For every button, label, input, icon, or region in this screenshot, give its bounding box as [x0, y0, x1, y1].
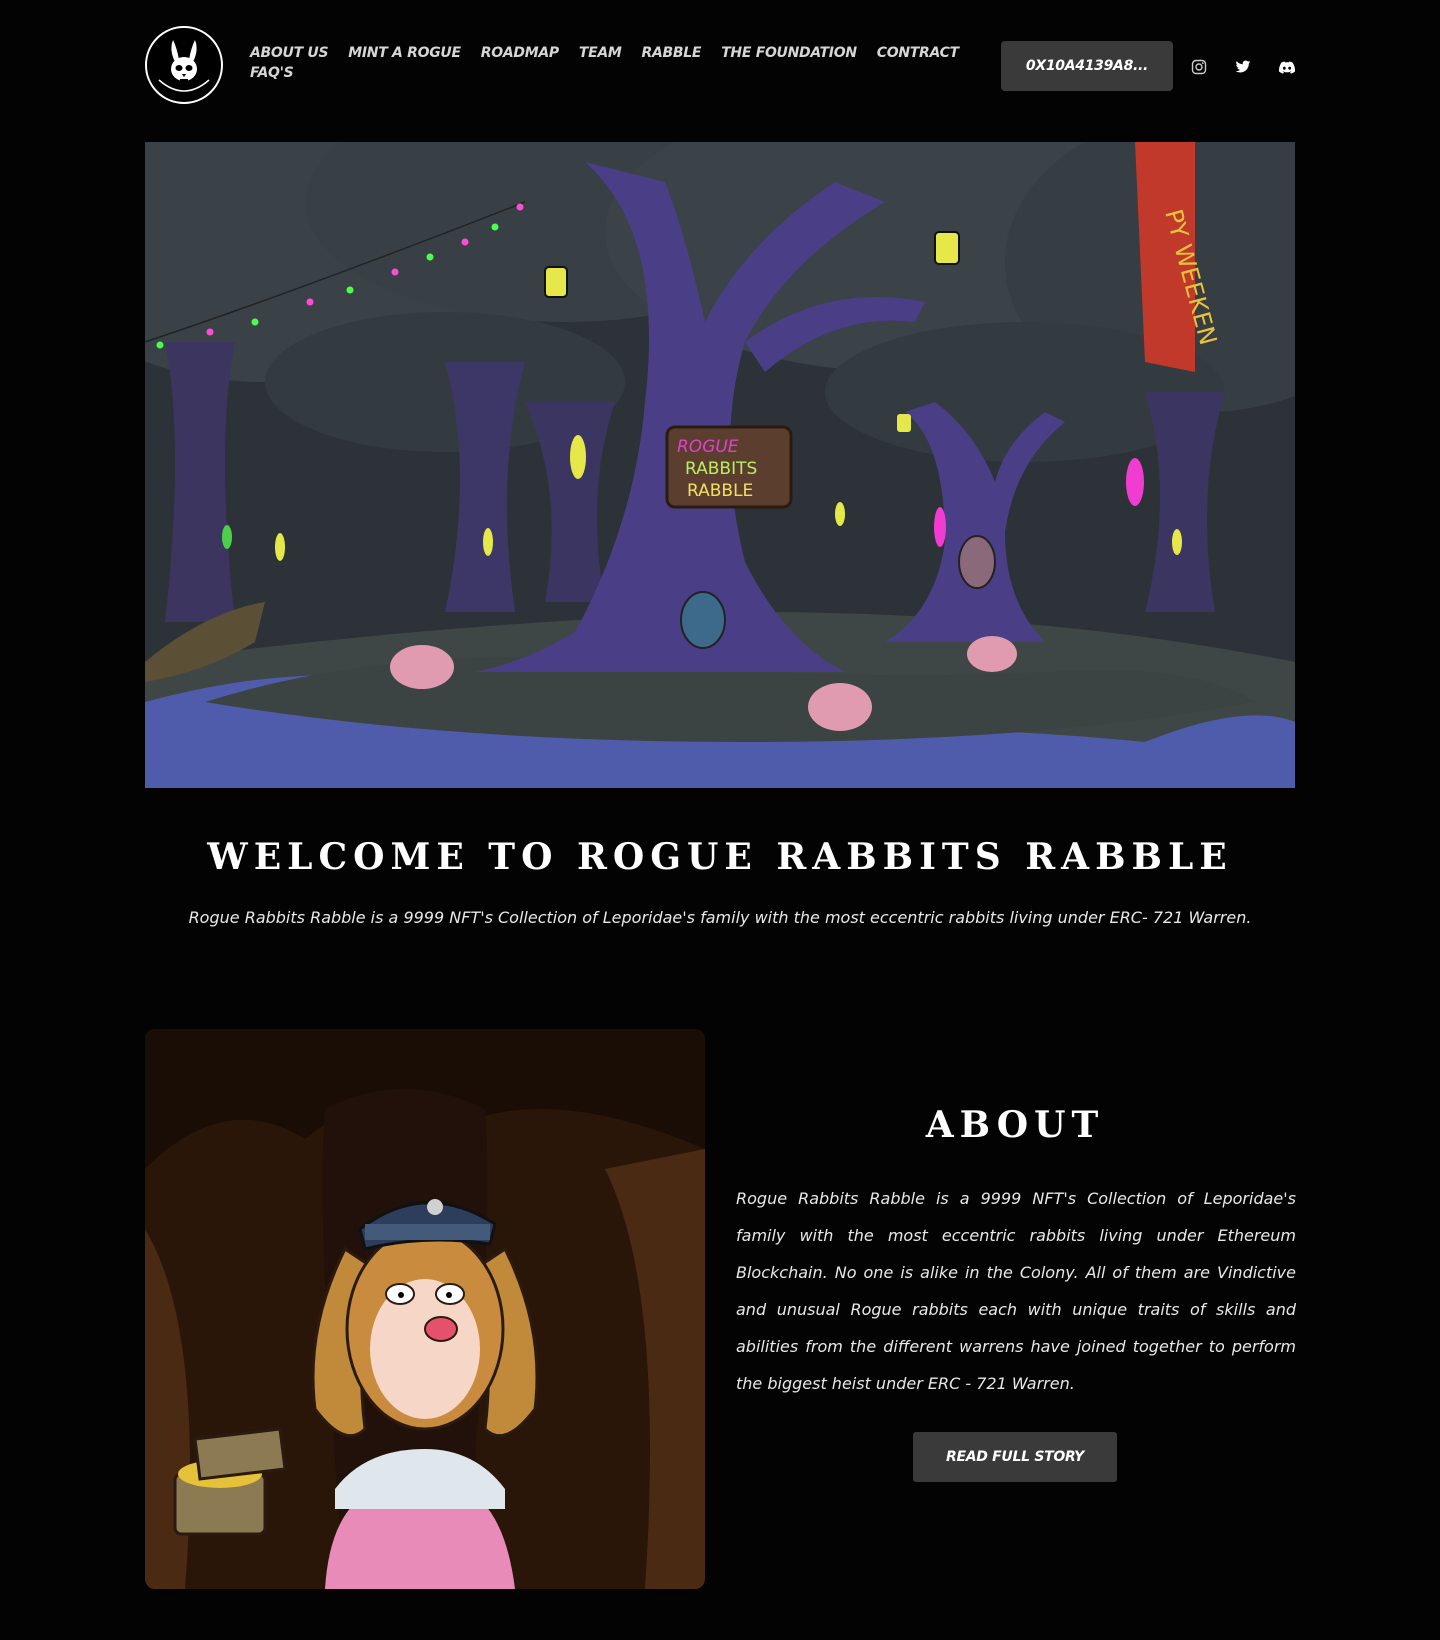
nav-contract[interactable]: CONTRACT — [877, 45, 959, 61]
instagram-icon[interactable] — [1190, 58, 1208, 76]
hero-sign-line-1: ROGUE — [677, 437, 739, 457]
nav-rabble[interactable]: RABBLE — [642, 45, 702, 61]
nav-roadmap[interactable]: ROADMAP — [481, 45, 559, 61]
hero-sign-line-2: RABBITS — [685, 459, 757, 479]
nav-about-us[interactable]: ABOUT US — [250, 45, 329, 61]
about-text: Rogue Rabbits Rabble is a 9999 NFT's Col… — [736, 1189, 1296, 1393]
nav-team[interactable]: TEAM — [579, 45, 622, 61]
nav-the-foundation[interactable]: THE FOUNDATION — [721, 45, 857, 61]
hero-image: ROGUE RABBITS RABBLE PY WEEKEN — [145, 142, 1295, 788]
wallet-button[interactable]: 0X10A4139A8... — [1001, 41, 1173, 91]
main-nav: ABOUT US MINT A ROGUE ROADMAP TEAM RABBL… — [250, 45, 970, 81]
about-title: ABOUT — [925, 1104, 1105, 1146]
site-header: ABOUT US MINT A ROGUE ROADMAP TEAM RABBL… — [145, 24, 1295, 108]
about-image — [145, 1029, 705, 1589]
nav-mint-a-rogue[interactable]: MINT A ROGUE — [348, 45, 461, 61]
twitter-icon[interactable] — [1234, 58, 1252, 76]
welcome-subtitle: Rogue Rabbits Rabble is a 9999 NFT's Col… — [188, 908, 1252, 927]
discord-icon[interactable] — [1278, 58, 1296, 76]
read-full-story-button[interactable]: READ FULL STORY — [913, 1432, 1117, 1482]
nav-faqs[interactable]: FAQ'S — [250, 65, 294, 81]
site-logo[interactable] — [145, 26, 223, 104]
hero-sign-line-3: RABBLE — [687, 481, 753, 501]
welcome-title: WELCOME TO ROGUE RABBITS RABBLE — [207, 836, 1233, 878]
rabbit-skull-icon — [158, 40, 210, 92]
